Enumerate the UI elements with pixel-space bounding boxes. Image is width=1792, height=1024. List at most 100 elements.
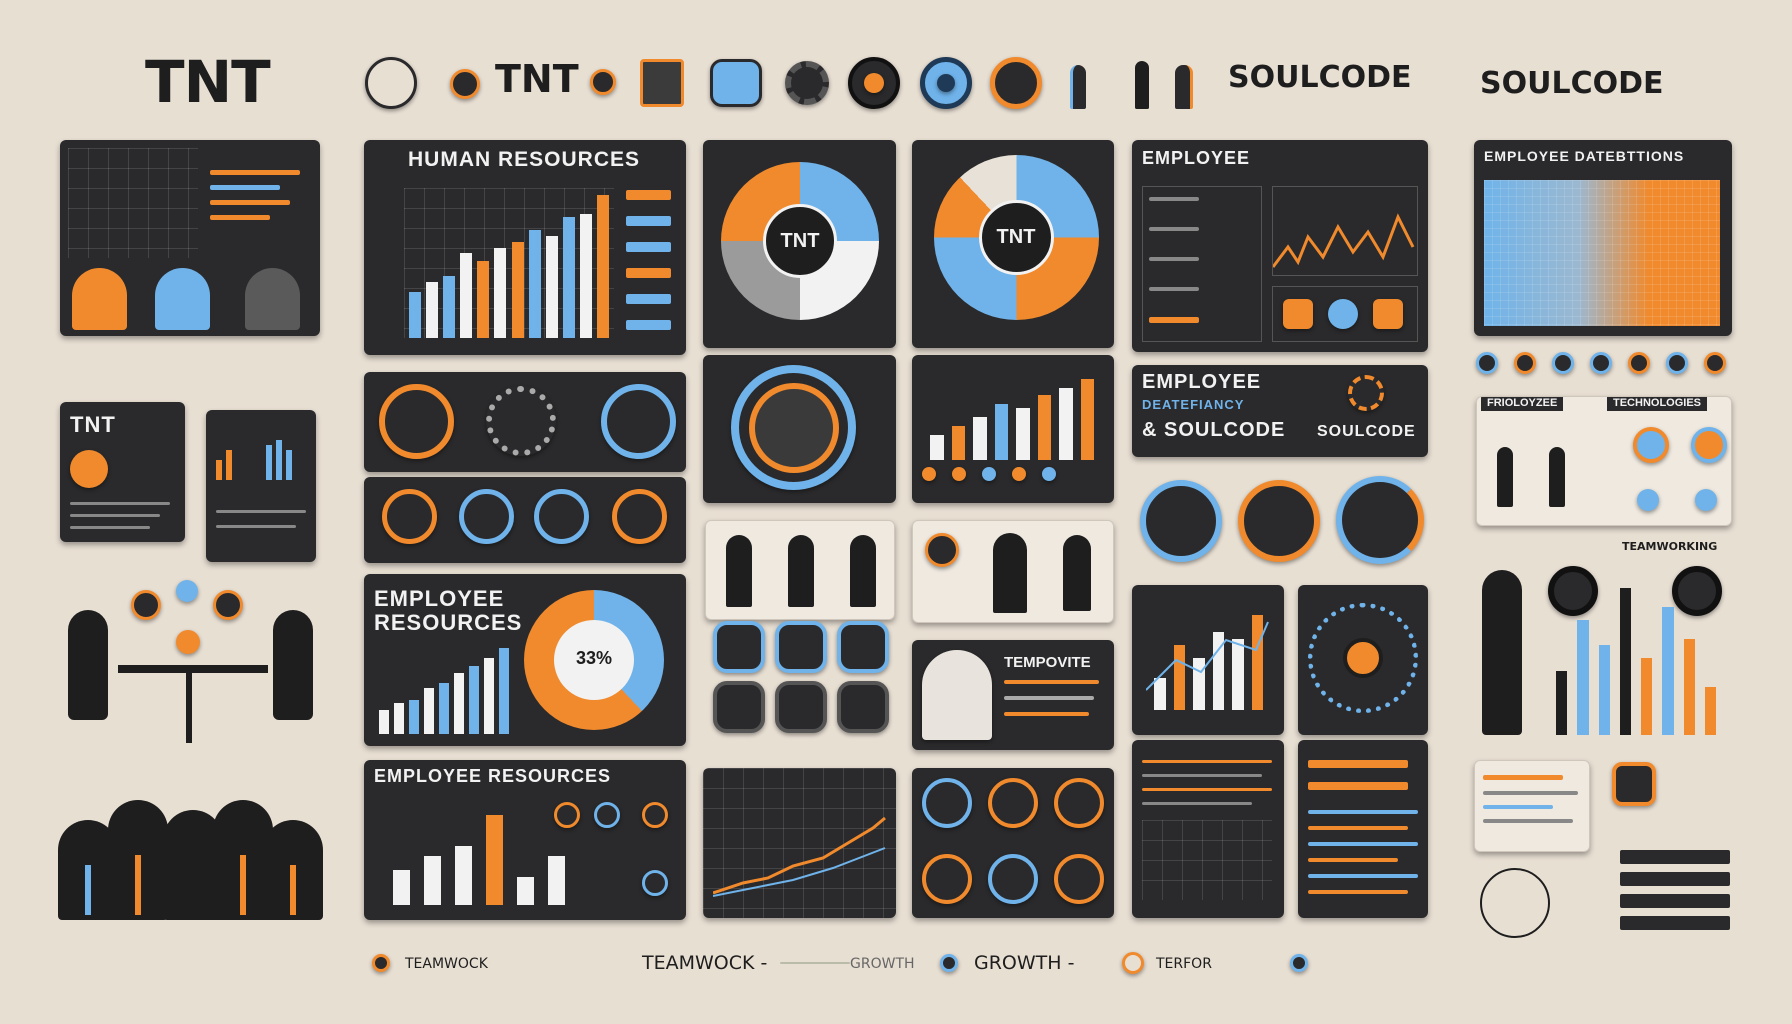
- people-card-panel[interactable]: [705, 520, 895, 620]
- header-icon-row: TNT: [365, 55, 1195, 115]
- progress-line: [210, 185, 280, 190]
- text-line: [1004, 680, 1099, 684]
- orange-badge-icon[interactable]: [1054, 854, 1104, 904]
- gauge-dark: [486, 386, 556, 456]
- gauge[interactable]: [1140, 480, 1222, 562]
- speaker-icon: [176, 630, 200, 654]
- blue-badge-icon[interactable]: [922, 778, 972, 828]
- chart-bar: [1059, 388, 1073, 460]
- gauge[interactable]: [1238, 480, 1320, 562]
- orange-badge-icon[interactable]: [382, 489, 437, 544]
- stripes-panel[interactable]: [1132, 740, 1284, 918]
- orange-badge-icon[interactable]: [612, 489, 667, 544]
- blue-badge-icon: [940, 954, 958, 972]
- tnt-circle-panel-2[interactable]: TNT: [912, 140, 1114, 348]
- building-icon[interactable]: [640, 59, 684, 107]
- mini-chart: [216, 440, 306, 480]
- tnt-monitor[interactable]: TNT: [60, 402, 185, 542]
- hex-icon[interactable]: [775, 621, 827, 673]
- table: [118, 665, 268, 673]
- chart-bar: [528, 230, 541, 338]
- tnt-circle-panel-1[interactable]: TNT: [703, 140, 896, 348]
- blue-badge-icon: [1695, 489, 1717, 511]
- tablet-dashboard[interactable]: [206, 410, 316, 562]
- blue-badge-icon[interactable]: [920, 57, 972, 109]
- employee-resources-panel-2[interactable]: EMPLOYEE RESOURCES: [364, 760, 686, 920]
- hex-icon[interactable]: [775, 681, 827, 733]
- badges-panel[interactable]: [912, 768, 1114, 918]
- target-icon[interactable]: [590, 69, 616, 95]
- orange-badge-icon[interactable]: [1612, 762, 1656, 806]
- line-chart-panel[interactable]: [703, 768, 896, 918]
- employee-panel[interactable]: EMPLOYEE: [1132, 140, 1428, 352]
- human-resources-panel[interactable]: HUMAN RESOURCES: [364, 140, 686, 355]
- chart-bar: [394, 703, 404, 734]
- blue-badge-icon[interactable]: [1590, 352, 1612, 374]
- orange-badge-icon[interactable]: [1054, 778, 1104, 828]
- orange-badge-icon[interactable]: [1514, 352, 1536, 374]
- people-card-panel-2[interactable]: [912, 520, 1114, 623]
- blue-badge-icon: [1290, 954, 1308, 972]
- chart-bar: [409, 700, 419, 734]
- technologies-panel[interactable]: FRIOLOYZEE TECHNOLOGIES: [1476, 396, 1732, 526]
- compass-icon[interactable]: [365, 57, 417, 109]
- circle-label: TNT: [996, 226, 1036, 248]
- chart-bar: [548, 856, 565, 905]
- team-meeting-panel[interactable]: [60, 140, 320, 336]
- list-line: [1308, 760, 1408, 768]
- gauges-panel[interactable]: [364, 372, 686, 472]
- panel-title-line2: DEATEFIANCY: [1142, 397, 1245, 412]
- employee-resources-panel[interactable]: EMPLOYEE RESOURCES 33%: [364, 574, 686, 746]
- list-panel[interactable]: [1298, 740, 1428, 918]
- blue-badge-icon[interactable]: [1666, 352, 1688, 374]
- hex-icon-grid: [705, 615, 895, 735]
- list-line: [1308, 874, 1418, 878]
- orange-badge-icon: [642, 802, 668, 828]
- robot-icon[interactable]: [710, 59, 762, 107]
- blue-badge-icon[interactable]: [534, 489, 589, 544]
- hex-icon[interactable]: [713, 681, 765, 733]
- icon-cards-panel[interactable]: [364, 477, 686, 563]
- orange-ring-icon[interactable]: [990, 57, 1042, 109]
- hex-icon[interactable]: [837, 681, 889, 733]
- footer-item-growth-small[interactable]: GROWTH: [850, 956, 915, 972]
- footer-item-growth[interactable]: GROWTH -: [974, 952, 1074, 974]
- chart-bar: [596, 195, 609, 338]
- mid-bar-panel[interactable]: [912, 355, 1114, 503]
- chart-bar: [424, 688, 434, 734]
- orange-badge-icon[interactable]: [848, 57, 900, 109]
- blue-badge-icon[interactable]: [1476, 352, 1498, 374]
- orange-badge-icon[interactable]: [1704, 352, 1726, 374]
- progress-line: [210, 170, 300, 175]
- resources-bar-chart-2: [379, 810, 579, 905]
- hex-icon[interactable]: [713, 621, 765, 673]
- tnt-logo: TNT: [145, 48, 271, 116]
- orange-badge-icon[interactable]: [922, 854, 972, 904]
- gauge[interactable]: [1336, 476, 1424, 564]
- employee-soulcode-panel[interactable]: EMPLOYEE DEATEFIANCY & SOULCODE SOULCODE: [1132, 365, 1428, 457]
- growth-bars-panel[interactable]: [1132, 585, 1284, 735]
- blue-badge-icon[interactable]: [1552, 352, 1574, 374]
- gauge-panel[interactable]: [703, 355, 896, 503]
- blue-badge-icon[interactable]: [988, 854, 1038, 904]
- blue-badge-icon[interactable]: [459, 489, 514, 544]
- employee-datentions-panel[interactable]: EMPLOYEE DATEBTTIONS: [1474, 140, 1732, 336]
- gear-icon[interactable]: [785, 61, 829, 105]
- person: [850, 535, 876, 607]
- list-line: [1308, 826, 1408, 830]
- radar-panel[interactable]: [1298, 585, 1428, 735]
- trend-line: [713, 816, 886, 895]
- eye-icon[interactable]: [450, 69, 480, 99]
- orange-badge-icon[interactable]: [988, 778, 1038, 828]
- hex-icon[interactable]: [837, 621, 889, 673]
- footer-item-teamwork-2[interactable]: TEAMWOCK -: [642, 952, 767, 974]
- text-line: [70, 514, 160, 517]
- document-card[interactable]: [1474, 760, 1590, 852]
- tempovite-panel[interactable]: TEMPOVITE: [912, 640, 1114, 750]
- soulcode-logo-2: SOULCODE: [1480, 66, 1664, 101]
- footer-item-teamwork[interactable]: TEAMWOCK: [405, 956, 488, 972]
- chart-bar: [1683, 639, 1695, 735]
- orange-badge-icon[interactable]: [1628, 352, 1650, 374]
- footer-item-terfor[interactable]: TERFOR: [1156, 956, 1212, 972]
- list-line: [1308, 890, 1408, 894]
